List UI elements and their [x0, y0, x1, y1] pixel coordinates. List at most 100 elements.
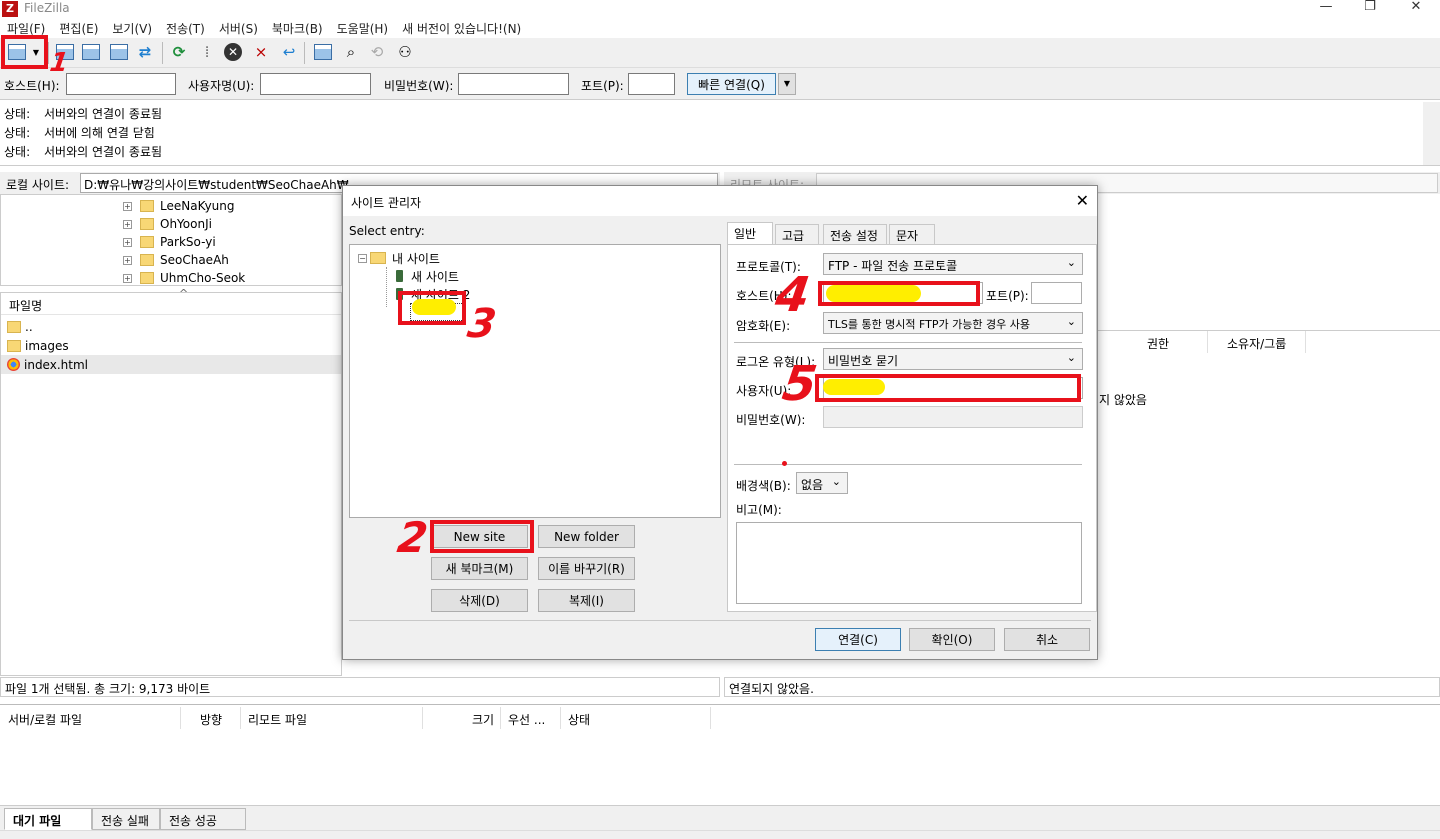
quickconnect-button[interactable]: 빠른 연결(Q)	[687, 73, 776, 95]
menu-new-version[interactable]: 새 버전이 있습니다!(N)	[395, 18, 528, 37]
queue-col-direction[interactable]: 방향	[200, 711, 222, 728]
connect-button[interactable]: 연결(C)	[815, 628, 901, 651]
menu-server[interactable]: 서버(S)	[212, 18, 265, 37]
tab-charset[interactable]: 문자셋	[889, 224, 935, 260]
comment-textarea[interactable]	[736, 522, 1082, 604]
tree-item[interactable]: + OhYoonJi	[123, 215, 212, 233]
new-bookmark-button[interactable]: 새 북마크(M)	[431, 557, 528, 580]
list-item[interactable]: images	[7, 336, 69, 355]
menu-bar: 파일(F) 편집(E) 보기(V) 전송(T) 서버(S) 북마크(B) 도움말(H) 새 버…	[0, 18, 1440, 38]
queue-col-server-local-file[interactable]: 서버/로컬 파일	[8, 711, 82, 728]
cancel-icon[interactable]: ✕	[222, 41, 244, 63]
queue-col-priority[interactable]: 우선 ...	[508, 711, 545, 728]
encryption-select[interactable]: TLS를 통한 명시적 FTP가 가능한 경우 사용 ⌄	[823, 312, 1083, 334]
remote-status-text: 연결되지 않았음.	[729, 682, 814, 696]
local-site-label: 로컬 사이트:	[6, 178, 70, 192]
remote-status-bar: 연결되지 않았음.	[724, 677, 1440, 697]
background-color-select[interactable]: 없음 ⌄	[796, 472, 848, 494]
comment-label: 비고(M):	[736, 503, 782, 517]
toggle-queue-icon[interactable]: ⇄	[134, 41, 156, 63]
tree-site-item[interactable]: 새 사이트	[396, 267, 459, 285]
toggle-local-tree-icon[interactable]	[80, 41, 102, 63]
folder-icon	[140, 218, 154, 230]
server-icon	[396, 270, 403, 282]
tree-item[interactable]: + ParkSo-yi	[123, 233, 216, 251]
duplicate-button[interactable]: 복제(I)	[538, 589, 635, 612]
annotation-box-1	[1, 35, 48, 69]
log-scrollbar[interactable]	[1423, 102, 1440, 165]
tab-general[interactable]: 일반	[727, 222, 773, 245]
folder-icon	[140, 236, 154, 248]
host-input[interactable]	[66, 73, 176, 95]
local-status-text: 파일 1개 선택됨. 총 크기: 9,173 바이트	[5, 682, 211, 696]
annotation-box-5	[815, 374, 1081, 402]
password-input[interactable]	[458, 73, 569, 95]
tree-item[interactable]: + LeeNaKyung	[123, 197, 235, 215]
process-queue-icon[interactable]: ⦙	[196, 41, 218, 63]
filename-column-header[interactable]: 파일명	[9, 297, 42, 314]
logon-type-select[interactable]: 비밀번호 묻기 ⌄	[823, 348, 1083, 370]
new-folder-button[interactable]: New folder	[538, 525, 635, 548]
minimize-button[interactable]: —	[1303, 0, 1349, 16]
binoculars-icon[interactable]: ⚇	[394, 41, 416, 63]
annotation-box-4	[818, 281, 980, 306]
delete-button[interactable]: 삭제(D)	[431, 589, 528, 612]
tab-advanced[interactable]: 고급	[775, 224, 819, 244]
tree-item[interactable]: + UhmCho-Seok	[123, 269, 245, 287]
synchronized-browsing-icon[interactable]: ⟲	[366, 41, 388, 63]
menu-edit[interactable]: 편집(E)	[52, 18, 105, 37]
queue-col-remote-file[interactable]: 리모트 파일	[248, 711, 307, 728]
queue-col-status[interactable]: 상태	[568, 711, 590, 728]
queue-col-size[interactable]: 크기	[472, 711, 494, 728]
tree-root-my-sites[interactable]: − 내 사이트	[358, 249, 440, 267]
chevron-down-icon: ⌄	[1066, 351, 1076, 364]
reconnect-icon[interactable]: ↩	[278, 41, 300, 63]
permissions-column-header[interactable]: 권한	[1147, 335, 1169, 352]
close-button[interactable]: ✕	[1393, 0, 1439, 16]
owner-column-header[interactable]: 소유자/그룹	[1227, 335, 1286, 352]
port-input[interactable]	[628, 73, 675, 95]
status-strip	[0, 830, 1440, 839]
menu-view[interactable]: 보기(V)	[105, 18, 159, 37]
list-item[interactable]: ..	[7, 317, 33, 336]
port-input[interactable]	[1031, 282, 1082, 304]
title-bar: Z FileZilla — ❐ ✕	[0, 0, 1440, 18]
restore-button[interactable]: ❐	[1347, 0, 1393, 16]
dialog-close-icon[interactable]: ✕	[1076, 191, 1089, 210]
chevron-down-icon: ⌄	[1066, 315, 1076, 328]
app-title: FileZilla	[24, 1, 70, 15]
cancel-button[interactable]: 취소	[1004, 628, 1090, 651]
disconnect-icon[interactable]: ⨯	[250, 41, 272, 63]
username-input[interactable]	[260, 73, 371, 95]
toolbar: ▼ ⇄ ⟳ ⦙ ✕ ⨯ ↩ ⌕ ⟲ ⚇	[0, 38, 1440, 68]
host-label: 호스트(H):	[4, 79, 60, 93]
list-item-selected[interactable]: index.html	[1, 355, 341, 374]
directory-listing-filters-icon[interactable]	[312, 41, 334, 63]
folder-icon	[7, 320, 21, 333]
search-icon[interactable]: ⌕	[340, 41, 362, 63]
dialog-title-bar: 사이트 관리자 ✕	[343, 186, 1097, 216]
rename-button[interactable]: 이름 바꾸기(R)	[538, 557, 635, 580]
local-file-list: 파일명 ^ .. images index.html	[0, 287, 342, 676]
tree-item[interactable]: + SeoChaeAh	[123, 251, 229, 269]
sort-chevron-icon: ^	[179, 287, 189, 300]
folder-icon	[140, 254, 154, 266]
tab-successful-transfers[interactable]: 전송 성공 (7)	[160, 808, 246, 839]
refresh-icon[interactable]: ⟳	[168, 41, 190, 63]
tab-failed-transfers[interactable]: 전송 실패	[92, 808, 160, 830]
filezilla-icon: Z	[2, 1, 18, 17]
remote-directory-tree	[1097, 194, 1440, 326]
quickconnect-dropdown-icon[interactable]: ▼	[778, 73, 796, 95]
local-status-bar: 파일 1개 선택됨. 총 크기: 9,173 바이트	[0, 677, 720, 697]
tab-transfer-settings[interactable]: 전송 설정	[823, 224, 887, 244]
menu-transfer[interactable]: 전송(T)	[159, 18, 212, 37]
password-input[interactable]	[823, 406, 1083, 428]
protocol-select[interactable]: FTP - 파일 전송 프로토콜 ⌄	[823, 253, 1083, 275]
menu-help[interactable]: 도움말(H)	[330, 18, 396, 37]
site-manager-dialog: 사이트 관리자 ✕ Select entry: − 내 사이트 새 사이트 새 사…	[342, 185, 1098, 660]
ok-button[interactable]: 확인(O)	[909, 628, 995, 651]
tab-queued-files[interactable]: 대기 파일	[4, 808, 92, 830]
menu-bookmarks[interactable]: 북마크(B)	[265, 18, 330, 37]
toggle-remote-tree-icon[interactable]	[108, 41, 130, 63]
settings-tabs: 일반 고급 전송 설정 문자셋	[727, 222, 1097, 260]
